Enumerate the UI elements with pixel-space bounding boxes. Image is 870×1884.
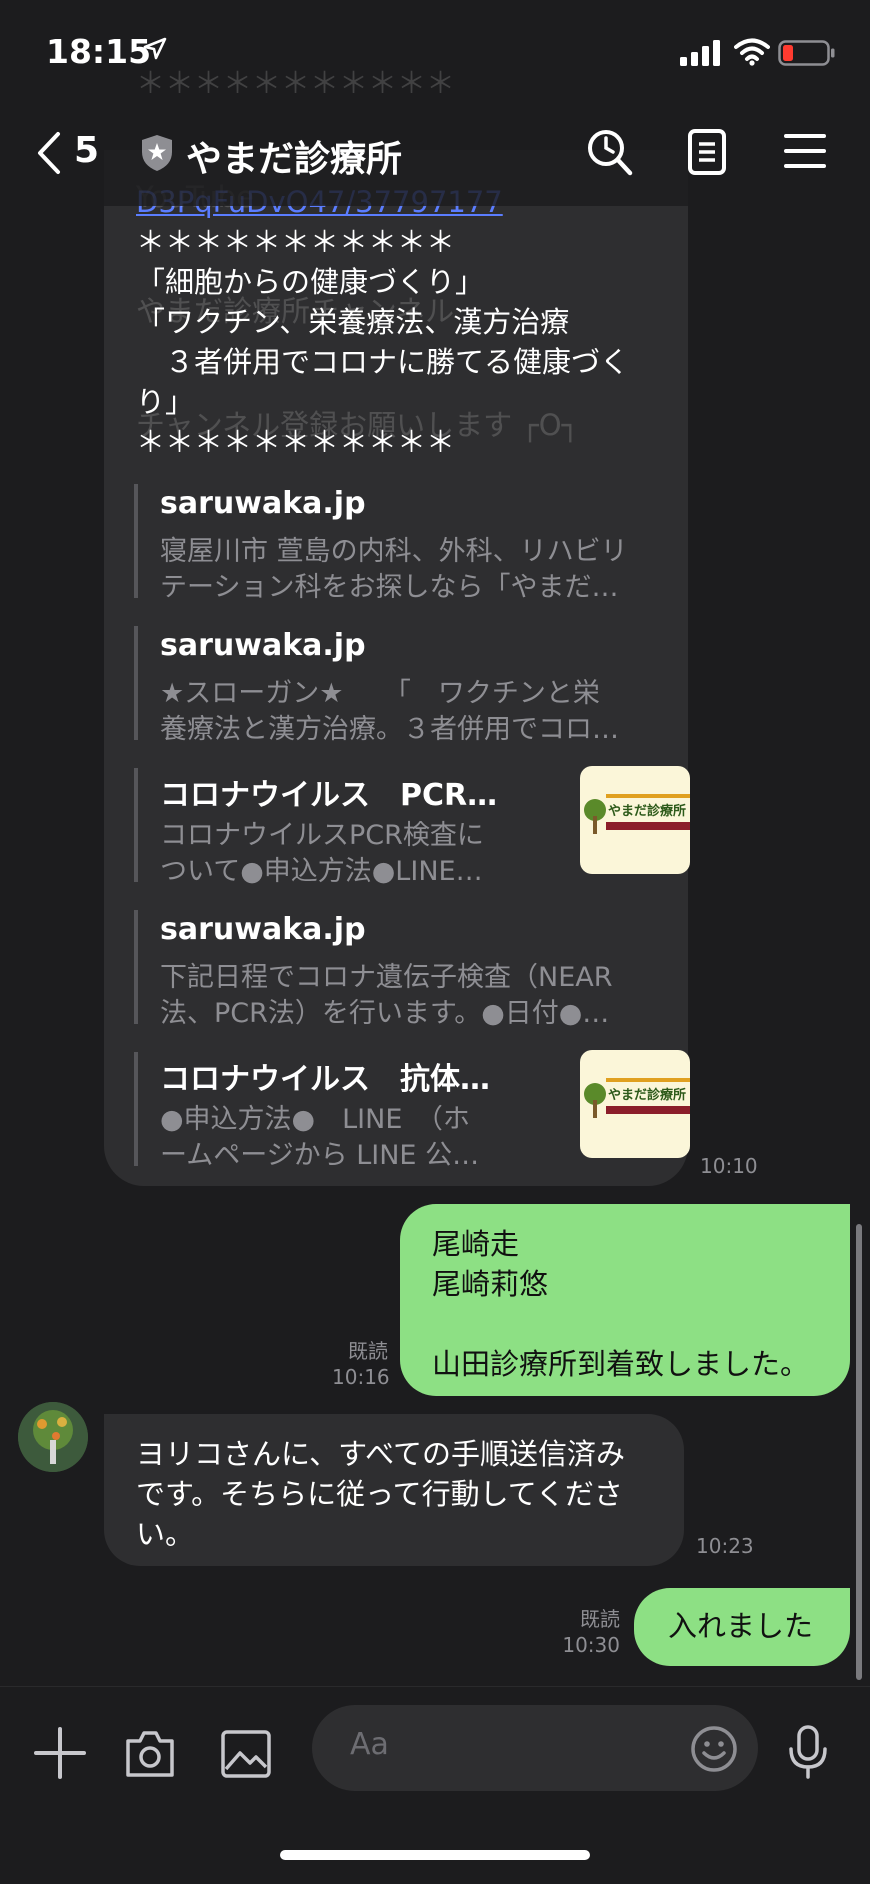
read-receipt: 既読 10:16 [332,1338,390,1390]
chat-header: 5 やまだ診療所 [0,100,870,206]
chevron-left-icon [38,132,60,174]
message-line: 山田診療所到着致しました。 [432,1347,810,1381]
preview-desc-line: コロナウイルスPCR検査に [160,820,484,851]
status-time: 18:15 [46,32,152,71]
message-time: 10:30 [562,1633,620,1657]
message-time: 10:23 [696,1534,754,1558]
preview-title: saruwaka.jp [160,628,366,663]
overflow-line: チャンネル登録お願いします ┌O┐ [136,408,580,442]
preview-desc-line: テーション科をお探しなら「やまだ… [160,572,619,603]
message-text: ヨリコさんに、すべての手順送信済み です。そちらに従って行動してくださ い。 [136,1434,625,1554]
thumb-logo-text: やまだ診療所 [608,804,687,819]
thumb-stripe [606,794,690,798]
message-input[interactable]: Aa [312,1705,758,1791]
preview-desc-line: 養療法と漢方治療。３者併用でコロ… [160,714,619,745]
read-label: 既読 [348,1339,388,1363]
thumb-stripe [606,1078,690,1082]
preview-desc-line: 寝屋川市 萱島の内科、外科、リハビリ [160,536,628,567]
tree-logo-icon [584,1083,606,1118]
search-icon[interactable] [586,128,634,178]
scrollbar[interactable] [856,1224,862,1680]
link-preview[interactable]: saruwaka.jp 下記日程でコロナ遺伝子検査（NEAR 法、PCR法）を行… [134,910,668,1029]
message-text: 尾崎走 尾崎莉悠 山田診療所到着致しました。 [432,1224,809,1384]
official-account-shield-icon [142,135,172,171]
image-icon[interactable] [220,1729,272,1779]
message-line [432,1304,809,1344]
tree-logo-icon [584,799,606,834]
status-bar: 18:15 [0,0,870,100]
message-text: 入れました [668,1609,814,1643]
battery-low-icon [778,40,835,66]
preview-desc-line: ●申込方法● LINE （ホ [160,1104,470,1135]
location-arrow-icon [143,37,167,60]
unread-count[interactable]: 5 [74,130,99,171]
cellular-signal-icon [680,40,720,66]
microphone-icon[interactable] [786,1725,830,1779]
tree-avatar-icon [18,1402,88,1472]
preview-desc-line: ームページから LINE 公… [160,1140,480,1171]
preview-title: コロナウイルス 抗体… [160,1062,490,1097]
preview-description: コロナウイルスPCR検査に ついて●申込方法●LINE… [160,818,520,890]
preview-description: ●申込方法● LINE （ホ ームページから LINE 公… [160,1102,520,1174]
camera-icon[interactable] [124,1729,176,1779]
preview-title: コロナウイルス PCR… [160,778,498,813]
wifi-icon [734,38,770,66]
avatar[interactable] [18,1402,88,1472]
plus-icon[interactable] [34,1727,86,1779]
message-line: ヨリコさんに、すべての手順送信済み [136,1437,625,1471]
message-line: 尾崎走 [432,1227,520,1261]
link-preview[interactable]: saruwaka.jp ★スローガン★ 「 ワクチンと栄 養療法と漢方治療。３者… [134,626,668,745]
notes-icon[interactable] [686,128,730,178]
link-preview[interactable]: コロナウイルス 抗体… ●申込方法● LINE （ホ ームページから LINE … [134,1050,690,1171]
preview-title: saruwaka.jp [160,912,366,947]
preview-desc-line: 下記日程でコロナ遺伝子検査（NEAR [160,962,613,993]
received-message-bubble[interactable]: ヨリコさんに、すべての手順送信済み です。そちらに従って行動してくださ い。 [104,1414,684,1566]
thumb-stripe [606,822,690,830]
thumb-stripe [606,1106,690,1114]
message-line: です。そちらに従って行動してくださ [136,1477,623,1511]
home-indicator[interactable] [280,1850,590,1860]
preview-desc-line: 法、PCR法）を行います。●日付●… [160,998,610,1029]
input-placeholder: Aa [350,1727,389,1762]
preview-description: 下記日程でコロナ遺伝子検査（NEAR 法、PCR法）を行います。●日付●… [160,960,660,1032]
preview-thumbnail: やまだ診療所 [580,766,690,874]
read-label: 既読 [580,1607,620,1631]
emoji-icon[interactable] [690,1725,738,1773]
message-time: 10:16 [332,1365,390,1389]
chat-title[interactable]: やまだ診療所 [186,130,402,182]
read-receipt: 既読 10:30 [562,1606,620,1658]
preview-description: ★スローガン★ 「 ワクチンと栄 養療法と漢方治療。３者併用でコロ… [160,676,660,748]
preview-thumbnail: やまだ診療所 [580,1050,690,1158]
link-preview[interactable]: コロナウイルス PCR… コロナウイルスPCR検査に ついて●申込方法●LINE… [134,766,690,887]
message-time: 10:10 [700,1154,758,1178]
thumb-logo-text: やまだ診療所 [608,1088,687,1103]
preview-description: 寝屋川市 萱島の内科、外科、リハビリ テーション科をお探しなら「やまだ… [160,534,660,606]
chat-screen: ＊＊＊＊＊＊＊＊＊＊＊ YouTube やまだ診療所チャンネル チャンネル登録お… [0,0,870,1884]
sent-message-bubble[interactable]: 尾崎走 尾崎莉悠 山田診療所到着致しました。 [400,1204,850,1396]
preview-desc-line: ★スローガン★ 「 ワクチンと栄 [160,678,600,709]
menu-icon[interactable] [784,130,828,174]
preview-desc-line: ついて●申込方法●LINE… [160,856,483,887]
message-line: 尾崎莉悠 [432,1267,549,1301]
overflow-line: やまだ診療所チャンネル [136,294,455,328]
sent-message-bubble[interactable]: 入れました [634,1588,850,1666]
message-line: い。 [136,1517,195,1551]
